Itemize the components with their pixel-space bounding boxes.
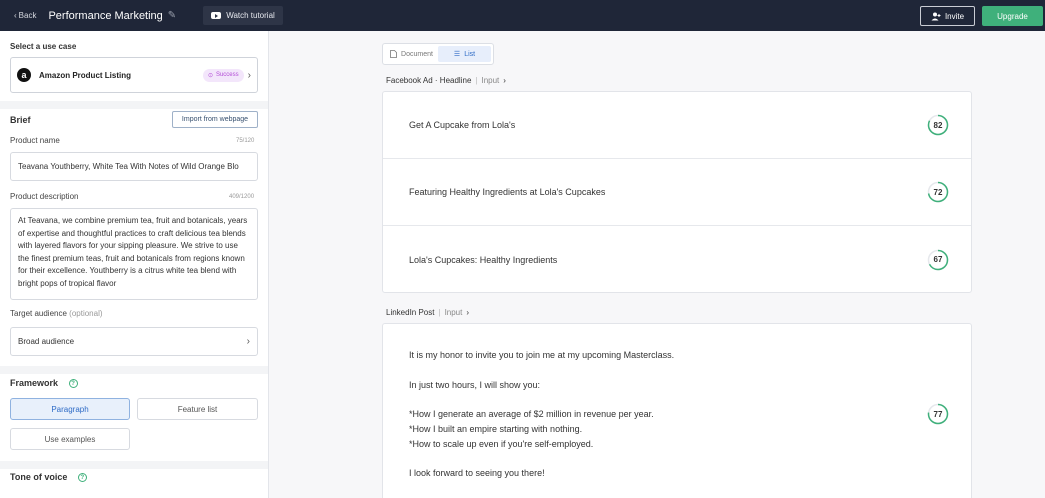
product-description-label: Product description (10, 192, 79, 201)
post-line: In just two hours, I will show you: (409, 379, 541, 390)
facebook-headline-results: Get A Cupcake from Lola's 82 Featuring H… (382, 91, 972, 293)
score-value: 72 (933, 187, 943, 197)
result-text: Get A Cupcake from Lola's (409, 120, 516, 130)
framework-option-paragraph[interactable]: Paragraph (10, 398, 130, 420)
product-name-value: Teavana Youthberry, White Tea With Notes… (18, 162, 239, 171)
user-plus-icon (931, 12, 941, 20)
invite-label: Invite (944, 11, 965, 21)
help-icon[interactable]: ? (77, 473, 87, 483)
amazon-icon: a (17, 68, 31, 82)
target-audience-select[interactable]: Broad audience › (10, 327, 258, 356)
chevron-right-icon: › (466, 308, 470, 317)
view-list-option[interactable]: ☰ List (438, 46, 491, 62)
list-icon: ☰ (453, 51, 461, 58)
breadcrumb-section: Facebook Ad · Headline (386, 76, 472, 85)
section-divider (0, 461, 268, 469)
breadcrumb-input-link[interactable]: Input (445, 308, 463, 317)
breadcrumb-input-link[interactable]: Input (481, 76, 499, 85)
breadcrumb-separator: | (475, 76, 478, 85)
view-list-label: List (464, 50, 476, 58)
post-line: It is my honor to invite you to join me … (409, 350, 675, 360)
result-row[interactable]: Get A Cupcake from Lola's 82 (383, 92, 971, 159)
post-line: *How I built an empire starting with not… (409, 423, 583, 434)
breadcrumb: LinkedIn Post | Input › (386, 308, 469, 317)
product-name-input[interactable]: Teavana Youthberry, White Tea With Notes… (10, 152, 258, 181)
back-label: Back (18, 11, 37, 20)
view-document-option[interactable]: Document (385, 46, 438, 62)
product-description-input[interactable]: At Teavana, we combine premium tea, frui… (10, 208, 258, 300)
invite-button[interactable]: Invite (920, 6, 975, 26)
help-icon[interactable]: ? (68, 379, 78, 389)
use-case-heading: Select a use case (10, 42, 77, 51)
section-divider (0, 366, 268, 374)
result-row[interactable]: Featuring Healthy Ingredients at Lola's … (383, 159, 971, 226)
use-case-name: Amazon Product Listing (39, 70, 131, 80)
post-line: *How to scale up even if you're self-emp… (409, 438, 594, 449)
breadcrumb-separator: | (438, 308, 441, 317)
result-text: Lola's Cupcakes: Healthy Ingredients (409, 254, 558, 265)
target-audience-label-text: Target audience (10, 309, 67, 318)
score-ring: 67 (927, 249, 949, 271)
score-value: 82 (933, 120, 943, 130)
post-line (409, 392, 674, 407)
import-from-webpage-button[interactable]: Import from webpage (172, 111, 258, 128)
score-ring: 82 (927, 114, 949, 136)
status-badge: ⊙ Success (202, 68, 244, 82)
framework-heading-text: Framework (10, 378, 59, 388)
top-bar: ‹ Back Performance Marketing ✎ Watch tut… (0, 0, 1045, 31)
watch-tutorial-label: Watch tutorial (226, 11, 275, 20)
linkedin-post-results[interactable]: It is my honor to invite you to join me … (382, 323, 972, 498)
check-circle-icon: ⊙ (207, 72, 213, 79)
use-case-selector[interactable]: a Amazon Product Listing ⊙ Success › (10, 57, 258, 93)
product-description-count: 409/1200 (229, 194, 255, 200)
brief-heading: Brief (10, 115, 31, 125)
score-ring: 72 (927, 181, 949, 203)
result-row[interactable]: Lola's Cupcakes: Healthy Ingredients 67 (383, 226, 971, 293)
post-line: *How I generate an average of $2 million… (409, 409, 654, 420)
youtube-icon (211, 12, 222, 19)
post-line (409, 452, 674, 467)
edit-pencil-icon[interactable]: ✎ (168, 10, 176, 21)
watch-tutorial-button[interactable]: Watch tutorial (203, 6, 283, 25)
tone-of-voice-heading-text: Tone of voice (10, 472, 68, 482)
chevron-left-icon: ‹ (14, 11, 17, 20)
view-document-label: Document (401, 50, 433, 58)
post-line (409, 363, 674, 378)
result-text: Featuring Healthy Ingredients at Lola's … (409, 187, 606, 197)
chevron-right-icon: › (247, 69, 251, 81)
view-toggle: Document ☰ List (382, 43, 494, 65)
score-ring: 77 (927, 403, 949, 425)
score-value: 77 (933, 409, 943, 419)
optional-tag: (optional) (69, 309, 103, 318)
framework-heading: Framework ? (10, 378, 78, 389)
target-audience-label: Target audience (optional) (10, 309, 103, 318)
framework-option-use-examples[interactable]: Use examples (10, 428, 130, 450)
chevron-right-icon: › (246, 336, 250, 347)
page-title: Performance Marketing (48, 9, 163, 22)
framework-option-feature-list[interactable]: Feature list (137, 398, 258, 420)
breadcrumb: Facebook Ad · Headline | Input › (386, 76, 506, 85)
status-badge-label: Success (215, 72, 239, 78)
document-icon (390, 50, 397, 58)
upgrade-button[interactable]: Upgrade (982, 6, 1043, 26)
section-divider (0, 101, 268, 109)
post-line: I look forward to seeing you there! (409, 468, 545, 479)
product-name-label: Product name (10, 136, 60, 145)
target-audience-value: Broad audience (18, 337, 75, 346)
back-button[interactable]: ‹ Back (14, 11, 36, 20)
linkedin-post-text: It is my honor to invite you to join me … (409, 348, 674, 481)
breadcrumb-section: LinkedIn Post (386, 308, 435, 317)
product-name-count: 75/120 (236, 138, 255, 144)
tone-of-voice-heading: Tone of voice ? (10, 472, 87, 483)
chevron-right-icon: › (503, 76, 506, 85)
score-value: 67 (933, 255, 943, 264)
